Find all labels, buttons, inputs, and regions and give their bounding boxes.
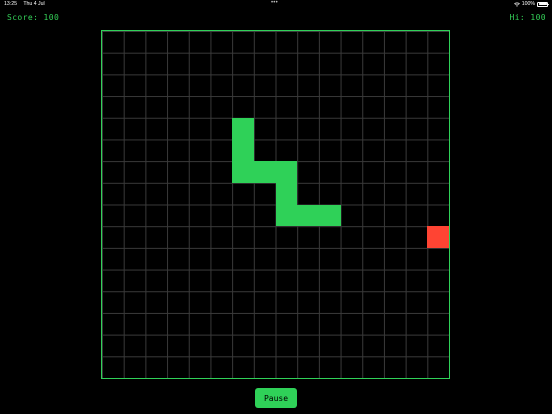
status-left: 13:25 Thu 4 Jul [4, 1, 50, 7]
snake-segment [275, 182, 298, 205]
snake-segment [318, 204, 341, 227]
status-time: 13:25 [4, 1, 17, 7]
snake-head [232, 117, 254, 140]
wifi-icon [513, 2, 520, 7]
battery-fill [538, 3, 548, 5]
score-label: Score: 100 [7, 13, 60, 22]
status-bar: 13:25 Thu 4 Jul ••• 100% [0, 0, 552, 9]
snake-segment [275, 204, 298, 227]
battery-percent: 100% [521, 1, 535, 7]
status-date: Thu 4 Jul [23, 1, 45, 7]
multitasking-dots[interactable]: ••• [271, 0, 278, 6]
game-board[interactable] [101, 30, 450, 379]
high-score-label: Hi: 100 [509, 13, 546, 22]
snake-segment [253, 161, 276, 183]
snake-segment [232, 139, 254, 162]
pause-button[interactable]: Pause [255, 388, 297, 408]
battery-icon [537, 1, 549, 7]
snake-segment [232, 161, 254, 183]
snake-segment [275, 161, 298, 183]
food-pellet [427, 226, 449, 248]
status-right: 100% [513, 1, 549, 7]
snake-segment [297, 204, 319, 227]
